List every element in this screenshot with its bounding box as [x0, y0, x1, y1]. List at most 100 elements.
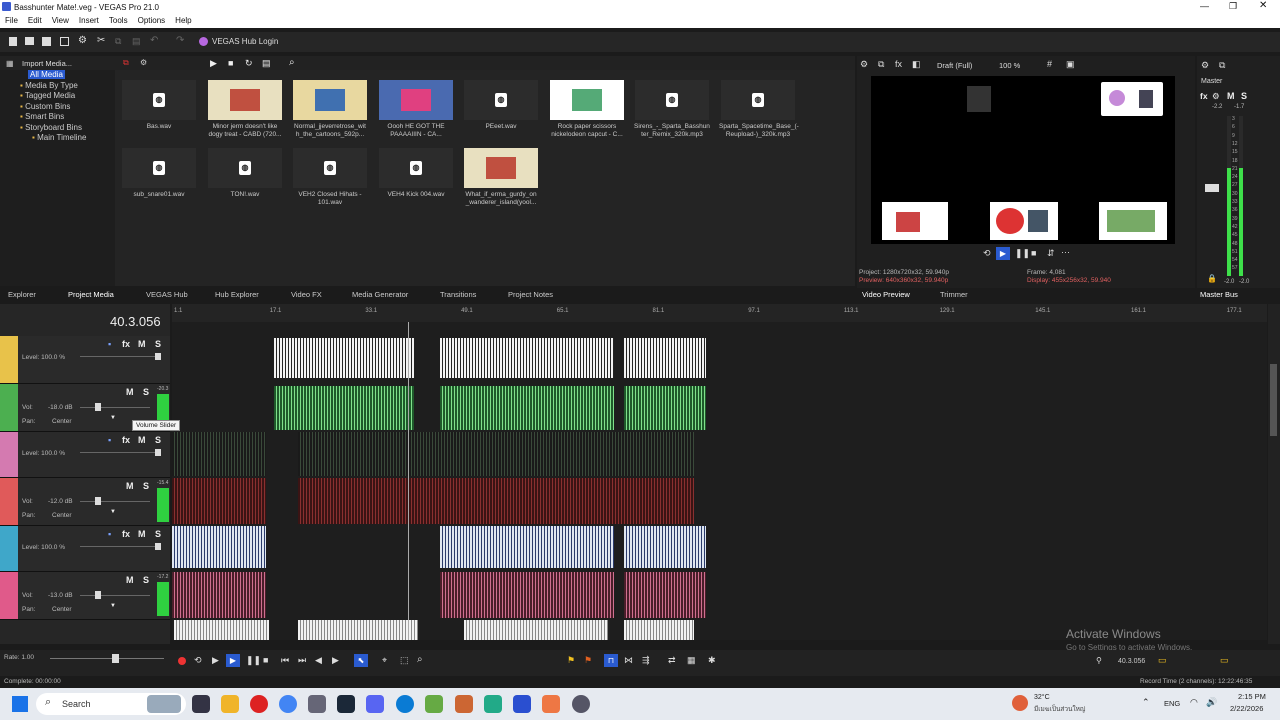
envelope-tool[interactable]: ⌖: [382, 655, 387, 666]
media-item[interactable]: Oooh HE GOT THE PAAAAIIIN - CA...: [377, 80, 455, 138]
obs-icon[interactable]: [572, 695, 590, 713]
go-to-start-button[interactable]: ⏮: [281, 655, 289, 666]
video-clip[interactable]: [624, 338, 706, 378]
menu-help[interactable]: Help: [170, 14, 196, 25]
tab-media-generator[interactable]: Media Generator: [352, 290, 408, 299]
marker-icon[interactable]: ⚑: [567, 655, 575, 666]
master-settings-icon[interactable]: ⚙: [1201, 60, 1209, 71]
preview-more-icon[interactable]: ⇵: [1047, 248, 1055, 259]
track-motion-icon[interactable]: ▪: [108, 339, 111, 349]
snapping-button[interactable]: ⊓: [604, 654, 618, 667]
clock-date[interactable]: 2/22/2026: [1230, 704, 1263, 713]
tab-hub-explorer[interactable]: Hub Explorer: [215, 290, 259, 299]
menu-insert[interactable]: Insert: [74, 14, 104, 25]
tab-video-fx[interactable]: Video FX: [291, 290, 322, 299]
loop-region-icon[interactable]: ▭: [1220, 655, 1229, 666]
audio-clip[interactable]: [440, 386, 614, 430]
video-clip[interactable]: [464, 620, 608, 640]
mute-button[interactable]: M: [126, 481, 134, 491]
track-header-video[interactable]: ▪ fx M S Level: 100.0 %: [0, 336, 170, 384]
undo-icon[interactable]: ↶: [150, 35, 158, 46]
taskbar-widget-icon[interactable]: [147, 695, 181, 713]
video-clip[interactable]: [174, 620, 269, 640]
preview-quality-dropdown[interactable]: Draft (Full): [937, 61, 972, 70]
mute-button[interactable]: M: [126, 387, 134, 397]
play-media-icon[interactable]: ▶: [210, 58, 217, 69]
tray-chevron-icon[interactable]: ⌃: [1142, 697, 1150, 708]
master-window-icon[interactable]: ⧉: [1219, 60, 1225, 71]
audacity-icon[interactable]: [542, 695, 560, 713]
play-from-start-button[interactable]: ▶: [212, 655, 219, 666]
solo-button[interactable]: S: [143, 387, 149, 397]
volume-slider-thumb[interactable]: [95, 591, 101, 599]
media-view-icon[interactable]: ▦: [6, 59, 14, 68]
go-to-end-button[interactable]: ⏭: [298, 655, 306, 666]
master-automation-icon[interactable]: ⚙: [1212, 91, 1220, 102]
tab-vegas-hub[interactable]: VEGAS Hub: [146, 290, 188, 299]
level-slider-thumb[interactable]: [155, 449, 161, 456]
media-item[interactable]: ◍ PEeet.wav: [462, 80, 540, 131]
record-settings-icon[interactable]: ▭: [1158, 655, 1167, 666]
views-icon[interactable]: ▤: [262, 58, 271, 69]
pause-button[interactable]: ❚❚: [246, 655, 261, 666]
clock-time[interactable]: 2:15 PM: [1238, 692, 1266, 701]
audio-clip[interactable]: [440, 572, 614, 618]
audio-clip[interactable]: [274, 386, 414, 430]
mute-button[interactable]: M: [126, 575, 134, 585]
stop-media-icon[interactable]: ■: [228, 58, 233, 68]
sheets-icon[interactable]: [484, 695, 502, 713]
hub-login-button[interactable]: VEGAS Hub Login: [212, 37, 278, 46]
import-media-button[interactable]: Import Media...: [22, 59, 72, 68]
volume-slider[interactable]: [80, 501, 150, 502]
audio-clip[interactable]: [624, 386, 706, 430]
media-item[interactable]: Rock paper scissors nickelodeon capcut -…: [548, 80, 626, 138]
video-clip[interactable]: [624, 620, 694, 640]
video-clip[interactable]: [172, 432, 266, 476]
video-clip[interactable]: [440, 338, 614, 378]
media-item[interactable]: Minor jerm doesn't like dogy treat - CAB…: [206, 80, 284, 138]
media-item[interactable]: ◍ Sparta_Spacetime_Base_(-Reupload-)_320k…: [719, 80, 799, 138]
stop-button[interactable]: ■: [263, 655, 268, 665]
video-clip[interactable]: [298, 620, 418, 640]
video-clip[interactable]: [172, 526, 266, 568]
track-header-video[interactable]: ▪ fx M S Level: 100.0 %: [0, 432, 170, 478]
timeline-tracks[interactable]: Volume Slider: [132, 322, 1267, 640]
new-project-icon[interactable]: [9, 37, 17, 46]
track-fx-button[interactable]: fx: [122, 529, 130, 539]
track-header-audio[interactable]: M S -17.2 Vol: -13.0 dB Pan: Center ▼: [0, 572, 170, 620]
tree-custom-bins[interactable]: ▪ Custom Bins: [0, 102, 115, 113]
media-fx-icon[interactable]: ⚙: [140, 58, 147, 67]
track-header-audio[interactable]: M S -15.4 Vol: -12.0 dB Pan: Center ▼: [0, 478, 170, 526]
media-item[interactable]: ◍ TON!.wav: [206, 148, 284, 199]
fl-studio-icon[interactable]: [455, 695, 473, 713]
preview-settings-icon[interactable]: ⚙: [860, 59, 868, 70]
ripple-edit-button[interactable]: ⇶: [642, 655, 650, 666]
mute-button[interactable]: M: [138, 529, 146, 539]
tree-media-by-type[interactable]: ▪ Media By Type: [0, 81, 115, 92]
menu-view[interactable]: View: [47, 14, 74, 25]
paste-icon[interactable]: ▤: [132, 36, 141, 47]
rate-slider[interactable]: [50, 658, 164, 659]
menu-options[interactable]: Options: [133, 14, 171, 25]
lock-envelopes-button[interactable]: ⇄: [668, 655, 676, 666]
rate-slider-thumb[interactable]: [112, 654, 119, 663]
tab-video-preview[interactable]: Video Preview: [862, 290, 910, 299]
external-monitor-icon[interactable]: ⧉: [878, 59, 884, 70]
preview-stop-button[interactable]: ■: [1031, 248, 1036, 258]
track-header-video[interactable]: ▪ fx M S Level: 100.0 %: [0, 526, 170, 572]
tab-explorer[interactable]: Explorer: [8, 290, 36, 299]
tree-all-media[interactable]: All Media: [28, 70, 65, 79]
volume-slider[interactable]: [80, 595, 150, 596]
solo-button[interactable]: S: [143, 481, 149, 491]
audio-clip[interactable]: [172, 572, 266, 618]
vegas-hub-icon[interactable]: [199, 37, 208, 46]
prev-frame-button[interactable]: ◀: [315, 655, 322, 666]
auto-crossfade-button[interactable]: ⋈: [624, 655, 633, 666]
ignore-grouping-button[interactable]: ▦: [687, 655, 696, 666]
tab-project-media[interactable]: Project Media: [68, 290, 114, 299]
file-explorer-icon[interactable]: [221, 695, 239, 713]
cut-icon[interactable]: ✂: [97, 35, 105, 46]
maximize-icon[interactable]: ❐: [1229, 1, 1237, 12]
preview-zoom-dropdown[interactable]: 100 %: [999, 61, 1020, 70]
weather-widget[interactable]: 32°C มีเมฆเป็นส่วนใหญ่: [1012, 692, 1102, 716]
